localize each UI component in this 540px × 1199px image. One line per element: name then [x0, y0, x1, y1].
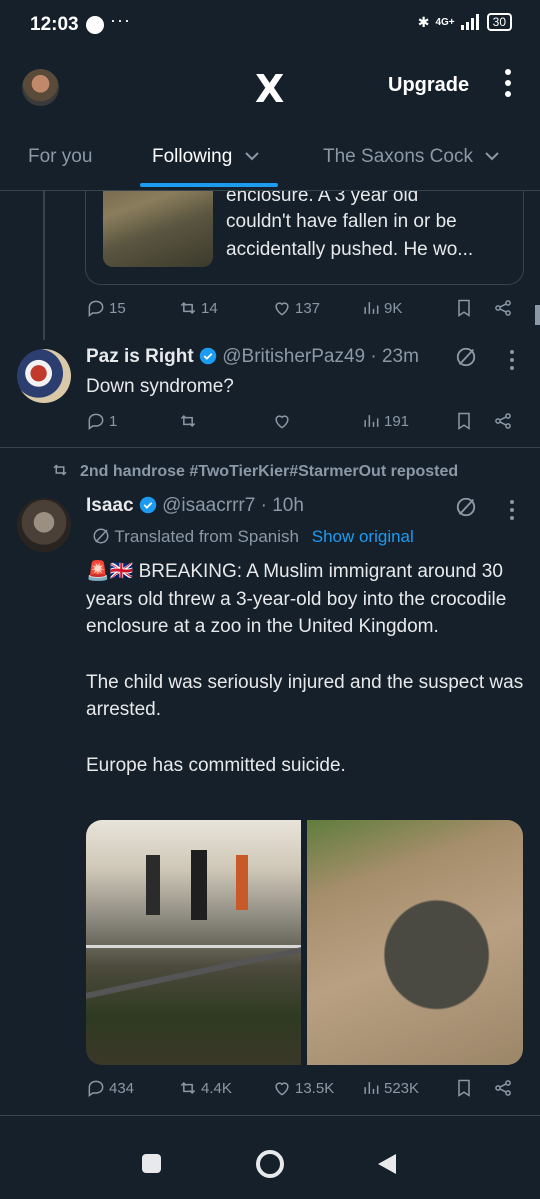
tweet3-paragraph: The child was seriously injured and the … — [86, 671, 524, 721]
tab-for-you-label[interactable]: For you — [28, 146, 92, 168]
tweet2-actions: 1 191 — [0, 411, 540, 437]
bluetooth-icon: ✱ — [417, 13, 430, 30]
tweet3-media — [86, 820, 523, 1065]
tweet2-text: Down syndrome? — [86, 376, 234, 397]
bookmark-button[interactable] — [454, 411, 474, 431]
views-icon — [364, 415, 379, 427]
battery-indicator: 30 — [486, 13, 512, 31]
repost-icon — [53, 464, 67, 476]
tweet3-paragraph: 🚨🇬🇧 BREAKING: A Muslim immigrant around … — [86, 561, 507, 637]
tweet2-handle[interactable]: @BritisherPaz49 — [222, 346, 365, 367]
tabs-overlay: For you Following The Saxons Cock — [0, 130, 540, 191]
tab-saxons-cock-label[interactable]: The Saxons Cock — [323, 146, 500, 168]
repost-icon — [180, 301, 196, 315]
tweet3-paragraph: Europe has committed suicide. — [86, 754, 346, 776]
share-icon — [495, 1080, 511, 1096]
translate-icon — [93, 528, 109, 544]
quoted-tweet-text: enclosure. A 3 year old couldn't have fa… — [226, 185, 474, 260]
tweet-divider — [0, 447, 540, 448]
share-button[interactable] — [493, 1078, 513, 1098]
tweet3-body: 🚨🇬🇧 BREAKING: A Muslim immigrant around … — [86, 558, 526, 779]
network-label: 4G+ — [435, 16, 455, 28]
like-button[interactable] — [272, 411, 295, 431]
messenger-icon — [86, 16, 104, 34]
tweet2-author-name[interactable]: Paz is Right — [86, 346, 194, 367]
bookmark-button[interactable] — [454, 1078, 474, 1098]
tweet3-author-name[interactable]: Isaac — [86, 495, 134, 516]
tweet-divider — [0, 1115, 540, 1116]
tweet3-handle[interactable]: @isaacrrr7 — [162, 495, 255, 516]
translated-label: Translated from Spanish — [114, 527, 299, 546]
views-button[interactable]: 523K — [361, 1078, 419, 1098]
reply-button[interactable]: 434 — [86, 1078, 134, 1098]
tweet3-avatar[interactable] — [17, 498, 71, 552]
show-original-link[interactable]: Show original — [312, 527, 414, 546]
repost-button[interactable] — [178, 411, 201, 431]
tweet3-time: · 10h — [260, 495, 304, 516]
status-right: ✱ 4G+ 30 — [418, 13, 512, 31]
grok-icon[interactable] — [455, 496, 477, 518]
top-bar: X Upgrade — [0, 55, 540, 117]
views-icon — [364, 1082, 379, 1094]
profile-avatar[interactable] — [22, 69, 59, 106]
verified-badge-icon — [139, 496, 157, 514]
views-button[interactable]: 9K — [361, 298, 402, 318]
reply-icon — [88, 1080, 104, 1097]
scrollbar[interactable] — [535, 305, 540, 325]
like-button[interactable]: 13.5K — [272, 1078, 334, 1098]
share-button[interactable] — [493, 411, 513, 431]
heart-icon — [275, 415, 289, 429]
share-button[interactable] — [493, 298, 513, 318]
tweet2-time: · 23m — [370, 346, 419, 367]
zoo-enclosure-image[interactable] — [86, 820, 301, 1065]
more-options-icon[interactable] — [505, 69, 515, 102]
share-icon — [495, 300, 511, 316]
reply-icon — [88, 413, 104, 430]
chevron-down-icon — [485, 152, 499, 161]
more-notifications-icon: ··· — [110, 10, 131, 30]
heart-icon — [275, 302, 289, 316]
bookmark-icon — [458, 412, 470, 430]
recents-button[interactable] — [142, 1154, 161, 1173]
repost-icon — [180, 414, 196, 428]
tweet3-actions: 434 4.4K 13.5K 523K — [0, 1078, 540, 1104]
repost-context[interactable]: 2nd handrose #TwoTierKier#StarmerOut rep… — [50, 461, 530, 481]
translation-bar: Translated from Spanish Show original — [92, 527, 414, 547]
views-icon — [364, 302, 379, 314]
tab-following-label[interactable]: Following — [152, 146, 260, 168]
grok-icon[interactable] — [455, 346, 477, 368]
crocodile-image[interactable] — [307, 820, 523, 1065]
status-time: 12:03 — [30, 14, 79, 35]
like-button[interactable]: 137 — [272, 298, 320, 318]
x-logo[interactable]: X — [255, 67, 284, 111]
bookmark-icon — [458, 299, 470, 317]
tweet1-actions: 15 14 137 9K — [0, 298, 540, 324]
back-button[interactable] — [376, 1152, 398, 1176]
status-bar: 12:03 ··· ✱ 4G+ 30 — [0, 0, 540, 50]
heart-icon — [275, 1082, 289, 1096]
verified-badge-icon — [199, 347, 217, 365]
reply-icon — [88, 300, 104, 317]
chevron-down-icon — [244, 152, 259, 161]
bookmark-button[interactable] — [454, 298, 474, 318]
active-tab-indicator — [140, 183, 278, 187]
tweet3-more-icon[interactable] — [510, 500, 514, 520]
share-icon — [495, 413, 511, 429]
repost-icon — [180, 1081, 196, 1095]
repost-button[interactable]: 4.4K — [178, 1078, 232, 1098]
signal-icon — [460, 14, 479, 30]
views-button[interactable]: 191 — [361, 411, 409, 431]
bookmark-icon — [458, 1079, 470, 1097]
android-nav-bar — [0, 1130, 540, 1199]
tweet2-avatar[interactable] — [17, 349, 71, 403]
upgrade-button[interactable]: Upgrade — [388, 74, 469, 97]
tweet2-more-icon[interactable] — [510, 350, 514, 370]
home-button[interactable] — [256, 1150, 284, 1178]
reply-button[interactable]: 1 — [86, 411, 117, 431]
repost-button[interactable]: 14 — [178, 298, 218, 318]
reply-button[interactable]: 15 — [86, 298, 126, 318]
